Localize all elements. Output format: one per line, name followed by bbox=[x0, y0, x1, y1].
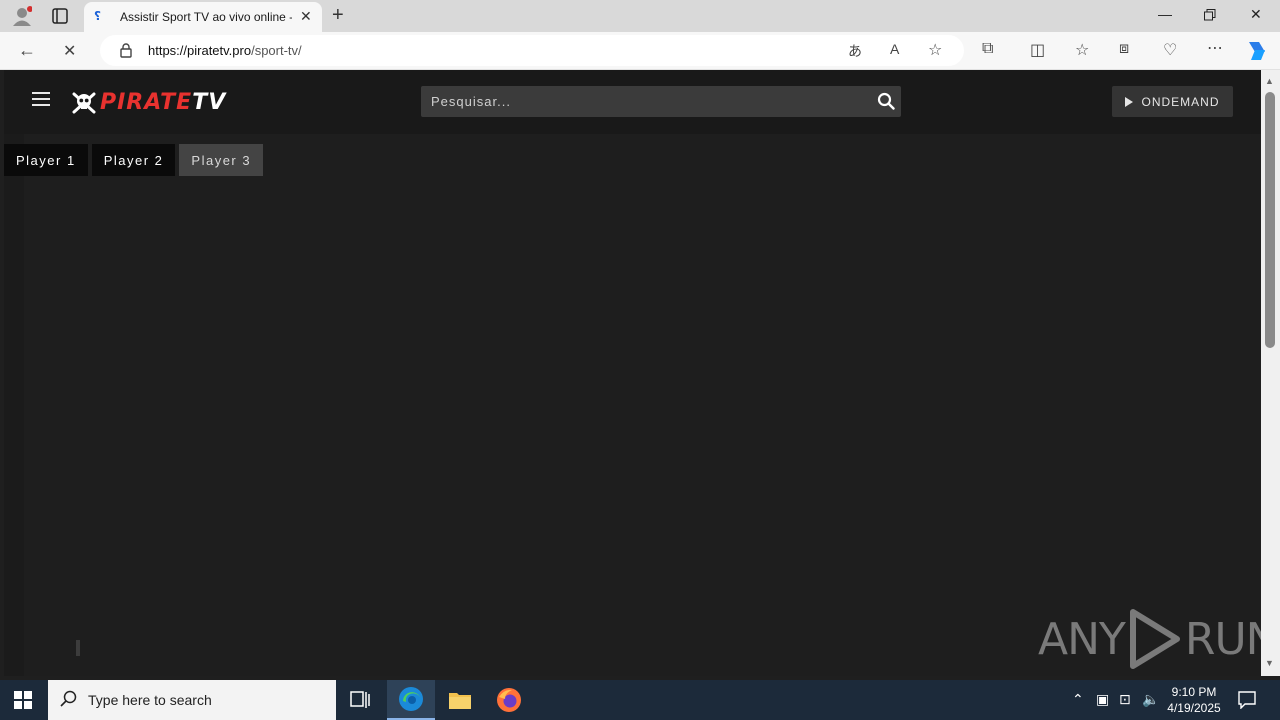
tab-close-icon[interactable]: ✕ bbox=[300, 8, 312, 25]
tab-title: Assistir Sport TV ao vivo online - bbox=[120, 10, 292, 24]
play-icon bbox=[1125, 96, 1134, 107]
read-aloud-icon[interactable]: A bbox=[890, 41, 899, 57]
extensions-icon[interactable]: ⧉ bbox=[982, 40, 993, 58]
address-bar[interactable]: https://piratetv.pro/sport-tv/ あ A ☆ bbox=[100, 35, 964, 66]
player-3-button[interactable]: Player 3 bbox=[179, 144, 264, 176]
web-page: PIRATETV ONDEMAND Player 1 Player 2 Play… bbox=[4, 70, 1279, 676]
windows-start-icon[interactable] bbox=[14, 691, 32, 709]
player-1-button[interactable]: Player 1 bbox=[4, 144, 88, 176]
close-window-icon[interactable]: ✕ bbox=[1250, 6, 1262, 23]
browser-essentials-icon[interactable]: ♡ bbox=[1163, 40, 1177, 60]
scrollbar-thumb[interactable] bbox=[1265, 92, 1275, 348]
edge-browser-icon bbox=[399, 687, 423, 711]
browser-tab-active[interactable]: ⸮ Assistir Sport TV ao vivo online - ✕ bbox=[84, 2, 322, 32]
taskbar-search-placeholder: Type here to search bbox=[88, 692, 212, 708]
taskbar-search-icon bbox=[60, 690, 77, 707]
site-search-box bbox=[421, 86, 901, 117]
scroll-up-icon[interactable]: ▲ bbox=[1265, 76, 1274, 86]
taskbar-file-explorer-app[interactable] bbox=[436, 680, 484, 720]
site-header: PIRATETV ONDEMAND bbox=[4, 70, 1261, 134]
loading-favicon-icon: ⸮ bbox=[94, 9, 101, 23]
anyrun-watermark: ANY RUN bbox=[1038, 608, 1279, 670]
restore-icon[interactable] bbox=[1204, 9, 1216, 21]
search-icon[interactable] bbox=[877, 92, 895, 110]
taskbar-edge-app[interactable] bbox=[387, 680, 435, 720]
play-triangle-logo-icon bbox=[1129, 609, 1180, 669]
scroll-down-icon[interactable]: ▼ bbox=[1265, 658, 1274, 668]
more-menu-icon[interactable]: ⋯ bbox=[1207, 38, 1223, 58]
new-tab-icon[interactable]: + bbox=[332, 4, 344, 27]
firefox-icon bbox=[497, 688, 521, 712]
page-scrollbar[interactable]: ▲ ▼ bbox=[1261, 70, 1280, 676]
browser-tab-strip: ⸮ Assistir Sport TV ao vivo online - ✕ +… bbox=[0, 0, 1280, 32]
copilot-icon[interactable] bbox=[1245, 40, 1269, 62]
task-view-icon bbox=[350, 691, 370, 708]
lock-icon[interactable] bbox=[120, 43, 132, 58]
split-screen-icon[interactable]: ◫ bbox=[1030, 40, 1045, 60]
minimize-icon[interactable]: — bbox=[1158, 6, 1172, 22]
profile-icon[interactable] bbox=[12, 6, 32, 26]
tray-overflow-chevron-icon[interactable]: ⌃ bbox=[1072, 691, 1084, 708]
tray-device-icon[interactable]: ▣ bbox=[1096, 691, 1109, 708]
network-icon[interactable]: ⊡ bbox=[1119, 691, 1131, 708]
volume-icon[interactable]: 🔈 bbox=[1142, 691, 1159, 708]
player-tabs: Player 1 Player 2 Player 3 bbox=[4, 144, 264, 176]
player-2-button[interactable]: Player 2 bbox=[91, 144, 176, 176]
notifications-icon[interactable] bbox=[1238, 691, 1256, 709]
skull-crossbones-icon bbox=[72, 92, 96, 114]
clock-date: 4/19/2025 bbox=[1167, 701, 1221, 715]
logo-wordmark: PIRATETV bbox=[100, 89, 227, 115]
taskbar-search-box[interactable]: Type here to search bbox=[48, 680, 336, 720]
windows-taskbar: Type here to search ⌃ ▣ ⊡ 🔈 9:10 PM 4/19… bbox=[0, 680, 1280, 720]
task-view-button[interactable] bbox=[336, 680, 384, 720]
ondemand-label: ONDEMAND bbox=[1141, 94, 1220, 109]
folder-icon bbox=[449, 693, 471, 709]
hamburger-menu-icon[interactable] bbox=[32, 92, 50, 106]
browser-toolbar: ← ✕ https://piratetv.pro/sport-tv/ あ A ☆… bbox=[0, 32, 1280, 70]
url-text: https://piratetv.pro/sport-tv/ bbox=[148, 43, 302, 58]
player-progress-marker bbox=[76, 640, 80, 656]
stop-loading-icon[interactable]: ✕ bbox=[63, 41, 76, 61]
collections-icon[interactable]: ⧈ bbox=[1119, 40, 1129, 58]
clock-time: 9:10 PM bbox=[1171, 685, 1217, 699]
site-logo[interactable]: PIRATETV bbox=[72, 88, 226, 116]
search-input[interactable] bbox=[421, 86, 861, 117]
translate-icon[interactable]: あ bbox=[848, 41, 862, 61]
favorites-icon[interactable]: ☆ bbox=[1075, 40, 1089, 60]
taskbar-clock[interactable]: 9:10 PM 4/19/2025 bbox=[1162, 684, 1226, 716]
back-icon[interactable]: ← bbox=[18, 40, 36, 61]
ondemand-button[interactable]: ONDEMAND bbox=[1112, 86, 1233, 117]
tab-actions-icon[interactable] bbox=[52, 8, 68, 24]
favorite-star-icon[interactable]: ☆ bbox=[928, 40, 942, 60]
taskbar-firefox-app[interactable] bbox=[485, 680, 533, 720]
